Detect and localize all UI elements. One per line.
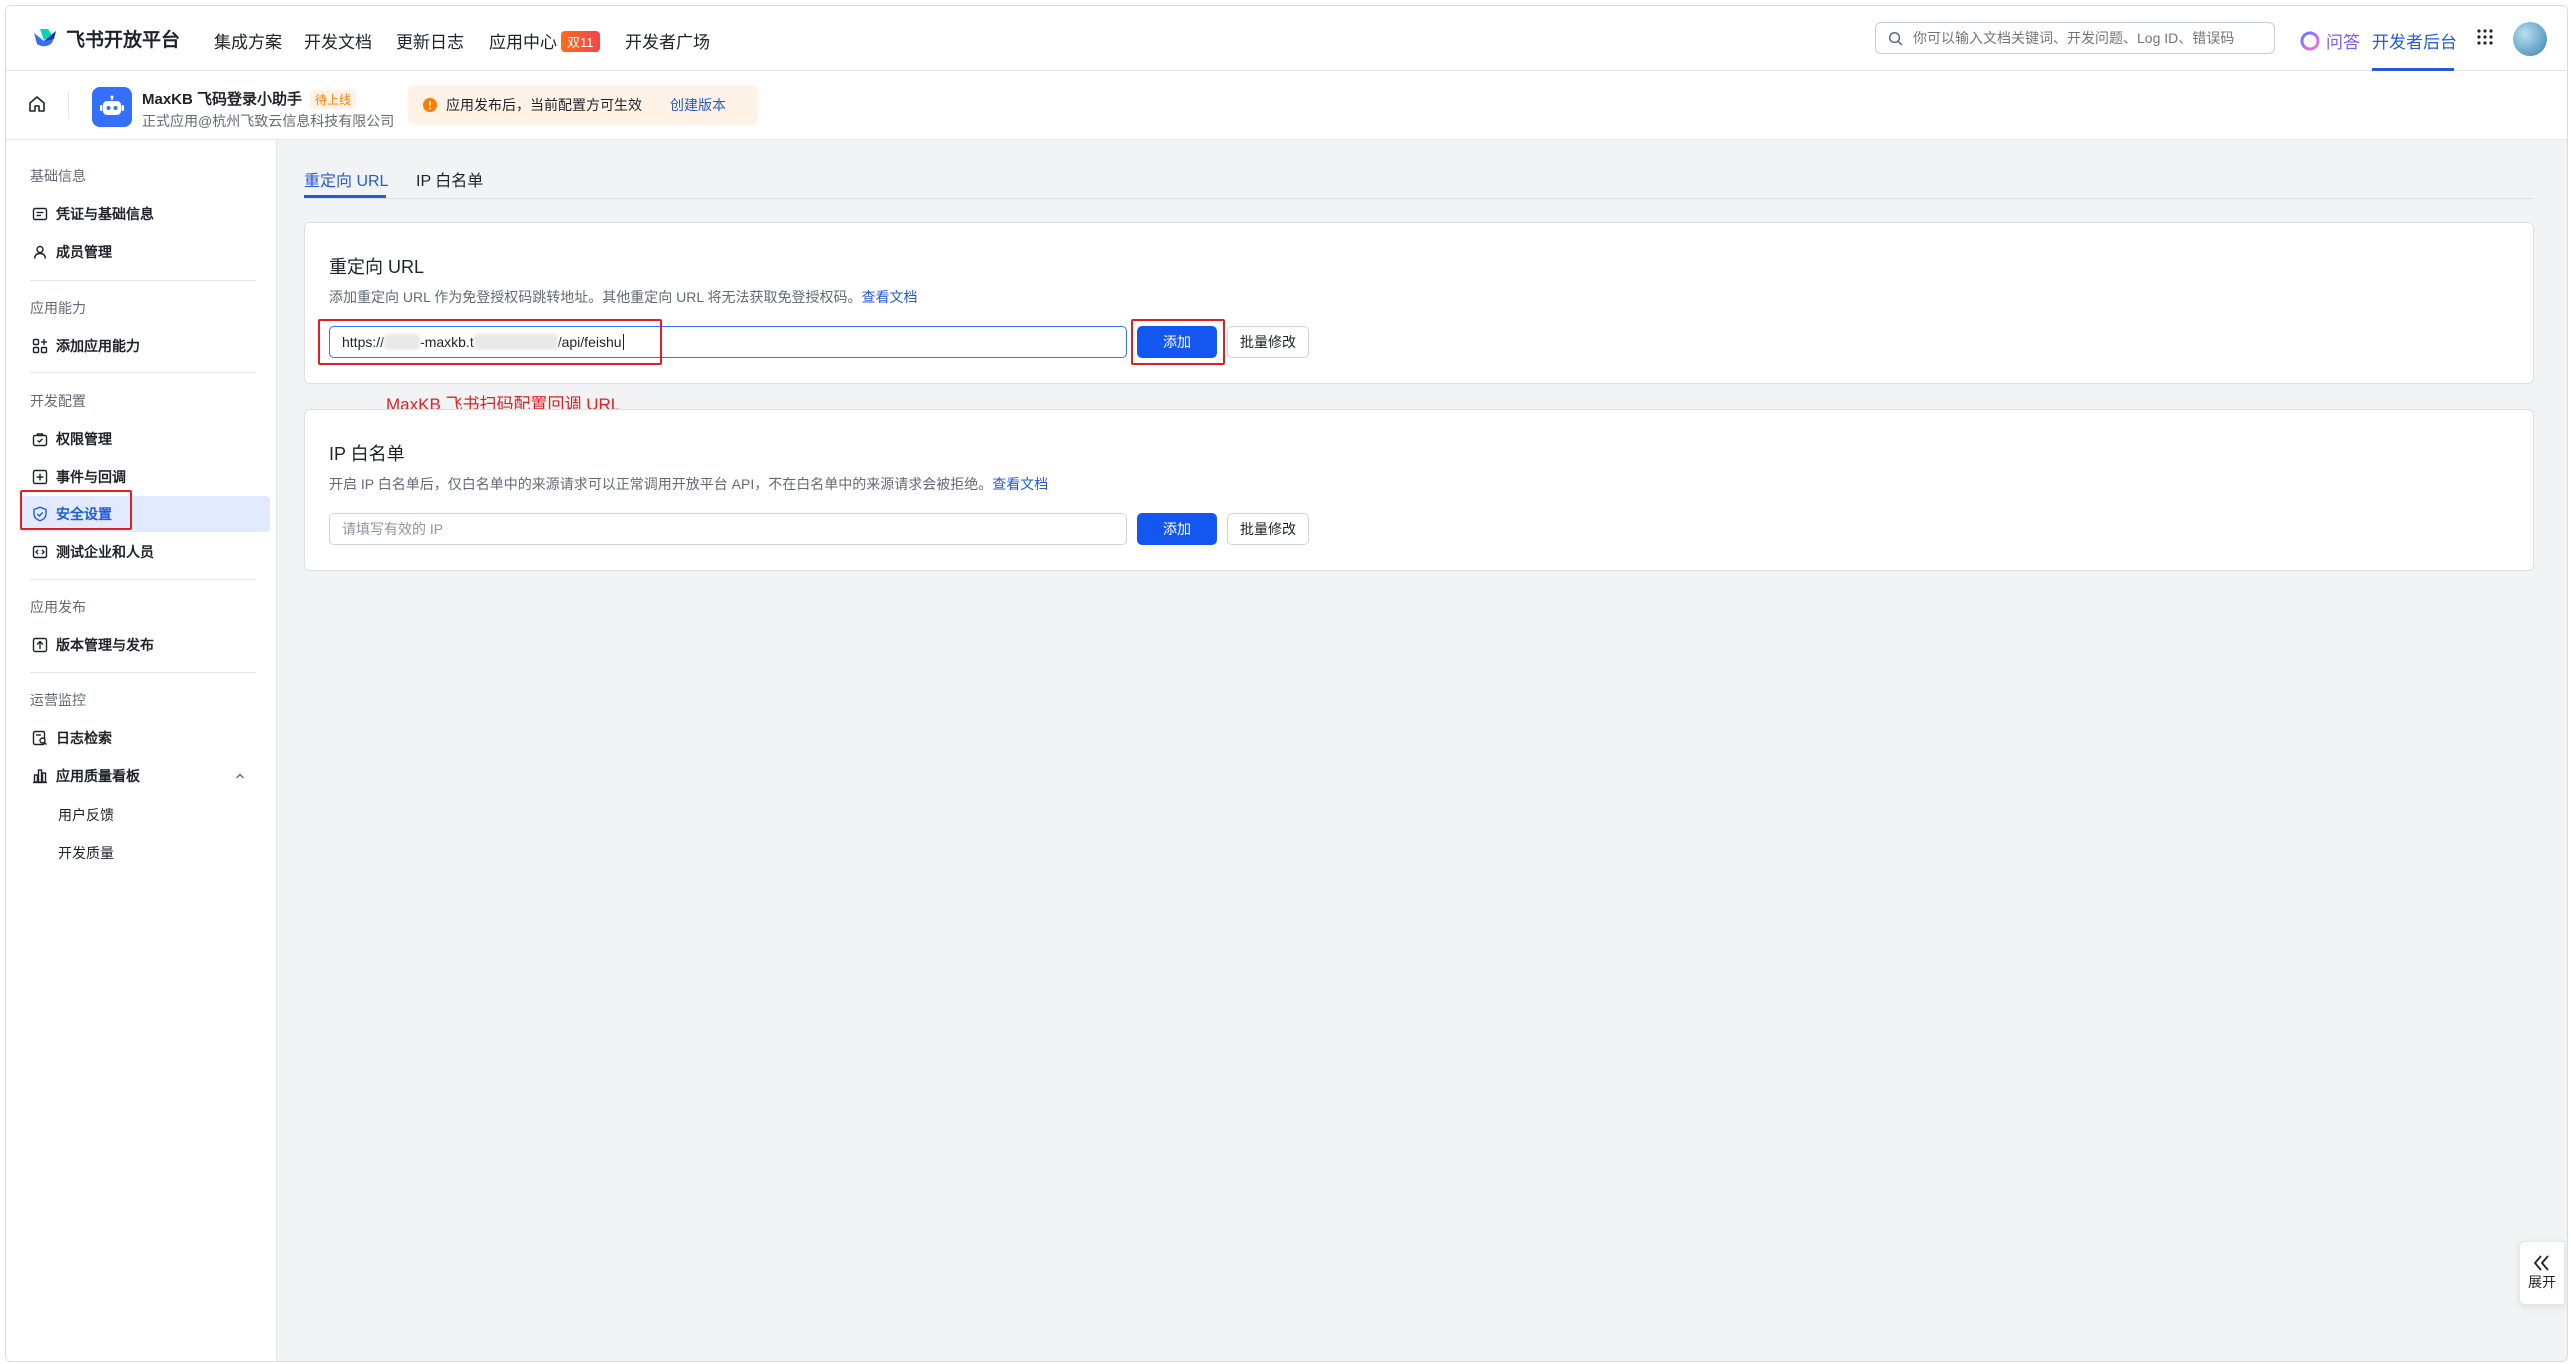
sidebar-item-label: 添加应用能力 bbox=[56, 338, 140, 354]
card-description: 添加重定向 URL 作为免登授权码跳转地址。其他重定向 URL 将无法获取免登授… bbox=[329, 287, 918, 307]
desc-text: 添加重定向 URL 作为免登授权码跳转地址。其他重定向 URL 将无法获取免登授… bbox=[329, 289, 862, 305]
home-icon[interactable] bbox=[28, 95, 46, 113]
add-app-icon bbox=[32, 338, 48, 354]
sidebar-item-permissions[interactable]: 权限管理 bbox=[20, 421, 270, 457]
sidebar-item-test-enterprise[interactable]: 测试企业和人员 bbox=[20, 534, 270, 570]
sidebar-item-label: 应用质量看板 bbox=[56, 768, 140, 784]
sidebar-item-label: 版本管理与发布 bbox=[56, 637, 154, 653]
double-chevron-left-icon bbox=[2533, 1255, 2549, 1271]
nav-item-app-center[interactable]: 应用中心 双11 bbox=[489, 28, 600, 53]
sidebar-divider bbox=[30, 579, 256, 580]
event-icon bbox=[32, 469, 48, 485]
id-card-icon bbox=[32, 207, 48, 221]
test-code-icon bbox=[32, 545, 48, 559]
notice-text: 应用发布后，当前配置方可生效 bbox=[446, 97, 642, 113]
ai-qa-icon bbox=[2300, 31, 2320, 50]
app-name-text: MaxKB 飞码登录小助手 bbox=[142, 91, 303, 108]
highlight-box-security bbox=[20, 490, 132, 530]
sidebar: 基础信息 凭证与基础信息 成员管理 应用能力 添加应用能力 开发配置 权限管理 … bbox=[6, 140, 277, 1361]
developer-console-link[interactable]: 开发者后台 bbox=[2372, 28, 2457, 53]
warning-icon bbox=[423, 98, 437, 112]
sidebar-item-members[interactable]: 成员管理 bbox=[20, 234, 270, 270]
sidebar-item-label: 凭证与基础信息 bbox=[56, 206, 154, 222]
publish-notice: 应用发布后，当前配置方可生效 创建版本 bbox=[408, 85, 758, 125]
redirect-url-card: 重定向 URL 添加重定向 URL 作为免登授权码跳转地址。其他重定向 URL … bbox=[304, 222, 2534, 384]
chevron-up-icon bbox=[236, 773, 244, 779]
sidebar-group-dev-config: 开发配置 bbox=[30, 393, 86, 409]
sidebar-group-basic: 基础信息 bbox=[30, 168, 86, 184]
divider bbox=[68, 91, 69, 119]
logo-text: 飞书开放平台 bbox=[66, 29, 181, 51]
view-docs-link[interactable]: 查看文档 bbox=[862, 289, 918, 305]
tabs-divider bbox=[304, 198, 2534, 199]
tab-ip-whitelist[interactable]: IP 白名单 bbox=[416, 167, 483, 191]
sidebar-group-monitoring: 运营监控 bbox=[30, 692, 86, 708]
sidebar-item-label: 权限管理 bbox=[56, 431, 112, 447]
app-window: 飞书开放平台 集成方案 开发文档 更新日志 应用中心双11 开发者广场 问答 开… bbox=[5, 5, 2568, 1362]
nav-item-developer-square[interactable]: 开发者广场 bbox=[625, 28, 710, 53]
sidebar-item-label: 事件与回调 bbox=[56, 469, 126, 485]
app-header: MaxKB 飞码登录小助手 待上线 正式应用@杭州飞致云信息科技有限公司 应用发布… bbox=[6, 71, 2567, 140]
sidebar-group-publish: 应用发布 bbox=[30, 599, 86, 615]
qa-button[interactable]: 问答 bbox=[2300, 28, 2360, 53]
nav-item-changelog[interactable]: 更新日志 bbox=[396, 28, 464, 53]
top-navigation: 飞书开放平台 集成方案 开发文档 更新日志 应用中心双11 开发者广场 问答 开… bbox=[6, 6, 2567, 71]
create-version-link[interactable]: 创建版本 bbox=[670, 95, 726, 115]
logo[interactable]: 飞书开放平台 bbox=[32, 26, 181, 51]
sidebar-divider bbox=[30, 372, 256, 373]
qa-label: 问答 bbox=[2326, 33, 2360, 52]
highlight-box-url bbox=[318, 319, 662, 365]
sidebar-subitem-feedback[interactable]: 用户反馈 bbox=[58, 805, 114, 825]
robot-icon bbox=[100, 95, 124, 115]
sidebar-subitem-dev-quality[interactable]: 开发质量 bbox=[58, 843, 114, 863]
nav-item-docs[interactable]: 开发文档 bbox=[304, 28, 372, 53]
nav-item-solutions[interactable]: 集成方案 bbox=[214, 28, 282, 53]
card-description: 开启 IP 白名单后，仅白名单中的来源请求可以正常调用开放平台 API，不在白名… bbox=[329, 474, 1048, 494]
apps-grid-icon[interactable] bbox=[2476, 28, 2494, 46]
sidebar-divider bbox=[30, 672, 256, 673]
log-search-icon bbox=[32, 730, 47, 746]
sidebar-item-log-search[interactable]: 日志检索 bbox=[20, 720, 270, 756]
active-tab-indicator bbox=[304, 195, 386, 198]
add-ip-button[interactable]: 添加 bbox=[1137, 513, 1217, 545]
view-docs-link[interactable]: 查看文档 bbox=[992, 476, 1048, 492]
ip-whitelist-card: IP 白名单 开启 IP 白名单后，仅白名单中的来源请求可以正常调用开放平台 A… bbox=[304, 409, 2534, 571]
user-icon bbox=[33, 245, 47, 259]
promo-badge: 双11 bbox=[561, 31, 600, 52]
app-name: MaxKB 飞码登录小助手 待上线 bbox=[142, 88, 357, 109]
bar-chart-icon bbox=[33, 769, 47, 784]
card-title: 重定向 URL bbox=[329, 257, 425, 277]
batch-edit-button[interactable]: 批量修改 bbox=[1227, 326, 1309, 358]
expand-label: 展开 bbox=[2528, 1274, 2556, 1290]
user-avatar[interactable] bbox=[2513, 22, 2547, 56]
permission-icon bbox=[32, 433, 48, 447]
sidebar-item-label: 日志检索 bbox=[56, 730, 112, 746]
tab-redirect-url[interactable]: 重定向 URL bbox=[304, 167, 388, 191]
app-avatar bbox=[92, 87, 132, 127]
sidebar-item-quality-dashboard[interactable]: 应用质量看板 bbox=[20, 758, 270, 794]
ip-input[interactable]: 请填写有效的 IP bbox=[329, 513, 1127, 545]
upload-icon bbox=[32, 637, 48, 653]
nav-item-app-center-label: 应用中心 bbox=[489, 33, 557, 52]
expand-panel-button[interactable]: 展开 bbox=[2519, 1241, 2565, 1305]
sidebar-item-label: 成员管理 bbox=[56, 244, 112, 260]
status-badge: 待上线 bbox=[310, 90, 357, 109]
card-title: IP 白名单 bbox=[329, 444, 405, 464]
desc-text: 开启 IP 白名单后，仅白名单中的来源请求可以正常调用开放平台 API，不在白名… bbox=[329, 476, 993, 492]
sidebar-item-credentials[interactable]: 凭证与基础信息 bbox=[20, 196, 270, 232]
feishu-logo-icon bbox=[34, 29, 56, 47]
highlight-box-add bbox=[1131, 319, 1225, 365]
main-content: 重定向 URL IP 白名单 重定向 URL 添加重定向 URL 作为免登授权码… bbox=[277, 140, 2567, 1361]
search-box[interactable] bbox=[1875, 22, 2275, 54]
sidebar-divider bbox=[30, 280, 256, 281]
sidebar-item-versions[interactable]: 版本管理与发布 bbox=[20, 627, 270, 663]
sidebar-item-add-capability[interactable]: 添加应用能力 bbox=[20, 328, 270, 364]
sidebar-group-capabilities: 应用能力 bbox=[30, 300, 86, 316]
search-input[interactable] bbox=[1911, 29, 2255, 47]
batch-edit-button[interactable]: 批量修改 bbox=[1227, 513, 1309, 545]
sidebar-item-label: 测试企业和人员 bbox=[56, 544, 154, 560]
app-organization: 正式应用@杭州飞致云信息科技有限公司 bbox=[142, 113, 395, 129]
search-icon bbox=[1888, 31, 1903, 45]
